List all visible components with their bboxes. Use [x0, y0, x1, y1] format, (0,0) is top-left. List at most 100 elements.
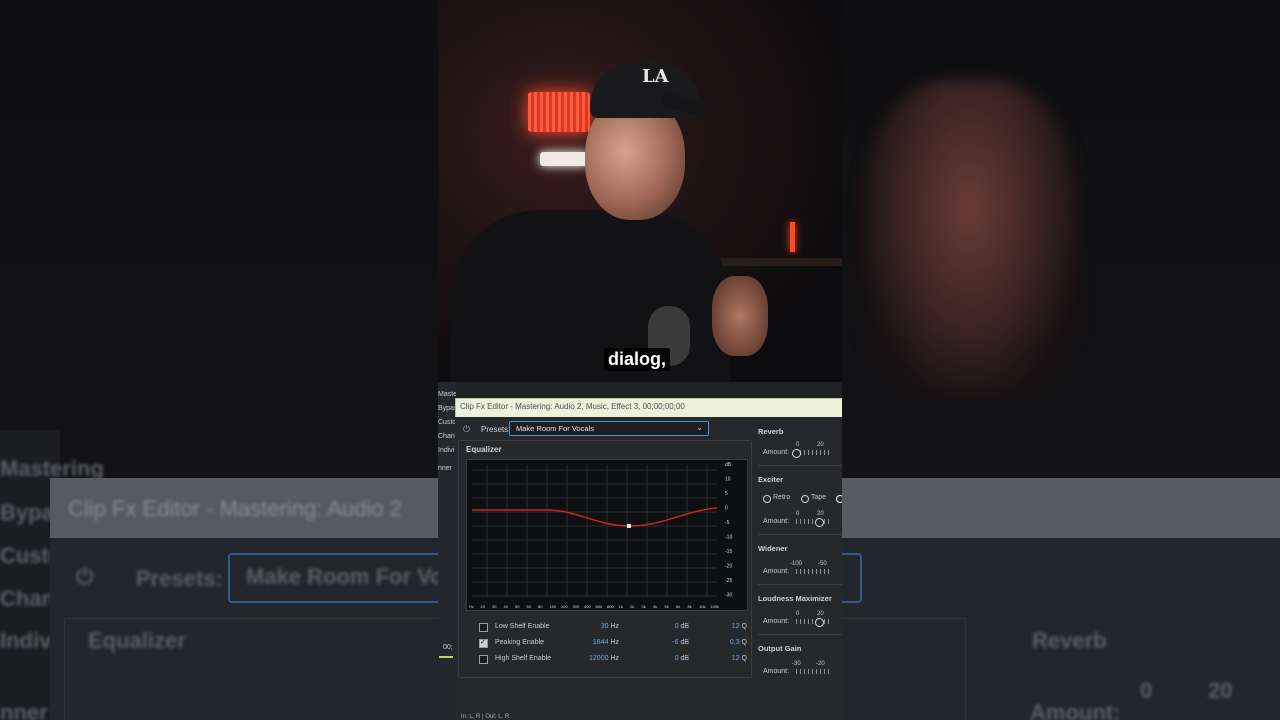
peaking-band-handle[interactable]: [627, 524, 631, 528]
eq-curve-svg[interactable]: dB1050-5-10-15-20-25-30 Hz 20 30 40 50 60 80 10…: [467, 460, 747, 610]
amount-label: Amount:: [763, 668, 790, 675]
subtitle-caption: dialog,: [604, 348, 670, 371]
eq-x-tick: 30: [492, 604, 497, 609]
eq-x-tick: 200: [561, 604, 568, 609]
shelf: [720, 258, 842, 266]
eq-x-tick: 60: [527, 604, 532, 609]
retro-radio[interactable]: [763, 495, 771, 503]
peaking-checkbox[interactable]: [479, 637, 488, 649]
left-panel-item[interactable]: Custo: [438, 416, 456, 430]
bg-scale-20: 20: [1208, 678, 1233, 703]
loudness-title: Loudness Maximizer: [758, 594, 832, 603]
amount-label: Amount:: [763, 518, 790, 525]
widener-amount-slider[interactable]: [796, 569, 830, 574]
eq-y-tick: 0: [725, 506, 728, 512]
scale-label: -20: [816, 661, 825, 667]
eq-curve[interactable]: [472, 507, 718, 527]
eq-x-tick: Hz: [469, 604, 474, 609]
scale-label: 0: [796, 442, 800, 448]
chevron-down-icon: ⌄: [696, 423, 703, 432]
bg-left-item: Bypa: [0, 500, 54, 525]
led-panel: [528, 92, 590, 132]
clip-fx-window: Mastering Bypass Custo Chan Indivi nner …: [438, 382, 842, 720]
band-freq[interactable]: 1844 Hz: [579, 637, 619, 649]
left-panel-item[interactable]: Chan: [438, 430, 456, 444]
eq-x-tick: 8k: [688, 604, 692, 609]
band-gain[interactable]: 0 dB: [649, 653, 689, 665]
high-shelf-checkbox[interactable]: [479, 655, 488, 664]
band-row-high-shelf: High Shelf Enable 12000 Hz 0 dB 12 Q: [479, 653, 747, 665]
cap-logo: LA: [642, 66, 669, 87]
eq-x-tick: 2k: [630, 604, 634, 609]
eq-x-tick: 4k: [653, 604, 657, 609]
tape-label: Tape: [811, 494, 827, 501]
bg-scale-0: 0: [1140, 678, 1153, 703]
loudness-amount-slider[interactable]: [815, 618, 824, 627]
eq-y-tick: -30: [725, 593, 732, 599]
scale-label: 20: [817, 611, 824, 617]
eq-x-tick: 1k: [619, 604, 623, 609]
power-icon[interactable]: ⏻: [463, 425, 472, 434]
eq-graph[interactable]: dB 10 5 0 -5 -10 -15 -20 -25 -30 Hz 20 30 40 50 60 80 10…: [466, 459, 748, 611]
bg-left-item: Chan: [0, 586, 55, 611]
eq-y-tick: dB: [725, 462, 732, 468]
divider: [758, 584, 842, 585]
band-row-peaking: Peaking Enable 1844 Hz -6 dB 0,3 Q: [479, 637, 747, 649]
scale-label: 20: [817, 442, 824, 448]
presets-dropdown[interactable]: Make Room For Vocals ⌄: [509, 421, 709, 436]
band-freq[interactable]: 12000 Hz: [579, 653, 619, 665]
band-gain[interactable]: 0 dB: [649, 621, 689, 633]
band-gain[interactable]: -6 dB: [649, 637, 689, 649]
reverb-title: Reverb: [758, 427, 784, 436]
eq-x-tick: 600: [596, 604, 603, 609]
left-panel-item[interactable]: nner: [438, 462, 456, 476]
tape-radio[interactable]: [801, 495, 809, 503]
presets-label: Presets:: [481, 425, 511, 434]
slider-ticks: [796, 519, 830, 524]
scale-label: -100: [790, 561, 803, 567]
eq-x-tick: 20: [481, 604, 486, 609]
slider-ticks: [796, 450, 830, 455]
radio-option[interactable]: [836, 495, 842, 503]
exciter-title: Exciter: [758, 475, 784, 484]
band-row-low-shelf: Low Shelf Enable 30 Hz 0 dB 12 Q: [479, 621, 747, 633]
eq-y-tick: -15: [725, 549, 732, 555]
scale-label: -30: [792, 661, 801, 667]
output-gain-slider[interactable]: [796, 669, 830, 674]
left-panel-item[interactable]: Mastering: [438, 388, 456, 402]
eq-y-tick: -10: [725, 535, 732, 541]
eq-x-tick: 50: [515, 604, 520, 609]
left-panel-item[interactable]: Bypass: [438, 402, 456, 416]
amount-label: Amount:: [763, 568, 790, 575]
eq-x-tick: 800: [607, 604, 614, 609]
eq-x-tick: 100k: [711, 604, 720, 609]
eq-x-tick: 3k: [642, 604, 646, 609]
band-q[interactable]: 0,3 Q: [717, 637, 747, 649]
io-channels: In: L, R | Out: L, R: [461, 714, 510, 720]
band-q[interactable]: 12 Q: [717, 621, 747, 633]
scale-label: -50: [818, 561, 827, 567]
background-hand: [860, 80, 1080, 400]
timecode: 00;: [443, 644, 453, 651]
scale-label: 0: [796, 511, 800, 517]
band-label: Peaking Enable: [495, 639, 545, 646]
low-shelf-checkbox[interactable]: [479, 623, 488, 632]
left-panel-item[interactable]: Indivi: [438, 444, 456, 458]
band-freq[interactable]: 30 Hz: [579, 621, 619, 633]
bg-reverb-label: Reverb: [1032, 628, 1107, 653]
eq-y-tick: 5: [725, 491, 728, 497]
eq-x-tick: 6k: [676, 604, 680, 609]
eq-x-tick: 300: [573, 604, 580, 609]
eq-y-tick: 10: [725, 477, 731, 483]
eq-y-tick: -20: [725, 564, 732, 570]
eq-x-tick: 400: [584, 604, 591, 609]
eq-x-tick: 5k: [665, 604, 669, 609]
reverb-amount-slider[interactable]: [792, 449, 801, 458]
output-gain-title: Output Gain: [758, 644, 802, 653]
band-q[interactable]: 12 Q: [717, 653, 747, 665]
dialog-titlebar[interactable]: Clip Fx Editor - Mastering: Audio 2, Mus…: [455, 398, 842, 418]
band-label: High Shelf Enable: [495, 655, 552, 662]
retro-label: Retro: [773, 494, 791, 501]
band-label: Low Shelf Enable: [495, 623, 550, 630]
exciter-amount-slider[interactable]: [815, 518, 824, 527]
